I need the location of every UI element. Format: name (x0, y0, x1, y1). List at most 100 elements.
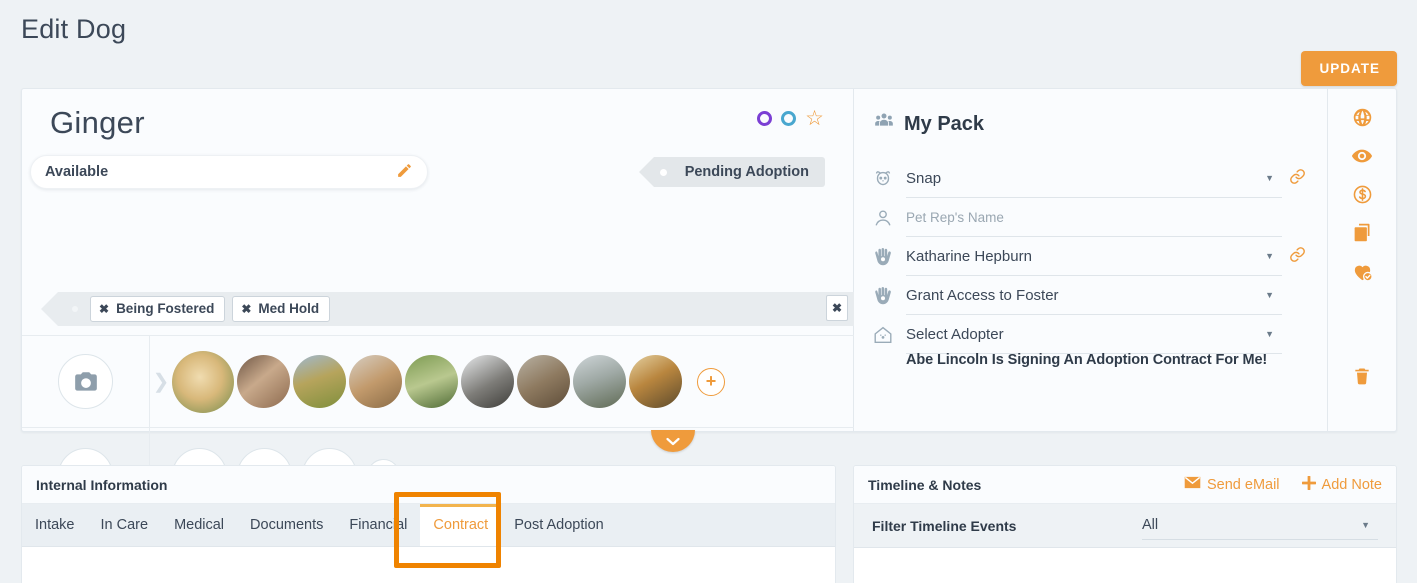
timeline-notes-header: Timeline & Notes Send eMail Add Note (854, 466, 1396, 504)
envelope-icon (1184, 476, 1201, 493)
tab-post-adoption[interactable]: Post Adoption (501, 504, 617, 546)
hands-pet-icon (872, 246, 906, 268)
photo-thumbnail[interactable] (349, 355, 402, 408)
dog-face-icon (872, 168, 906, 190)
add-note-label: Add Note (1321, 476, 1382, 493)
pending-adoption-tag[interactable]: Pending Adoption (638, 157, 825, 187)
pending-adoption-label: Pending Adoption (684, 164, 809, 180)
tab-in-care[interactable]: In Care (88, 504, 162, 546)
tab-label: Medical (174, 517, 225, 533)
photo-thumbnail[interactable] (573, 355, 626, 408)
photo-thumbnail[interactable] (237, 355, 290, 408)
pet-rep-name-input[interactable]: Pet Rep's Name (906, 198, 1282, 237)
star-outline-icon[interactable]: ☆ (805, 108, 824, 129)
internal-information-header: Internal Information (22, 466, 835, 504)
adopter-select[interactable]: Select Adopter ▼ (906, 315, 1282, 354)
grant-access-select[interactable]: Grant Access to Foster ▼ (906, 276, 1282, 315)
filter-timeline-select[interactable]: All ▼ (1142, 512, 1378, 540)
internal-information-tab-panel (22, 547, 835, 583)
close-icon[interactable]: ✖ (99, 302, 109, 316)
tag-label: Being Fostered (116, 301, 215, 316)
timeline-notes-title: Timeline & Notes (868, 476, 982, 493)
photo-thumbnail[interactable] (405, 355, 458, 408)
people-group-icon (874, 111, 894, 137)
dog-profile-card: Ginger ☆ Available Pending Adoption ✖ Be… (21, 88, 1397, 523)
photo-thumbnail[interactable] (629, 355, 682, 408)
close-icon[interactable]: ✖ (241, 302, 251, 316)
pack-row-grant-access: Grant Access to Foster ▼ (872, 276, 1312, 315)
trash-icon[interactable] (1328, 366, 1396, 391)
my-pack-label: My Pack (904, 112, 985, 135)
status-markers: ☆ (757, 108, 824, 129)
link-icon[interactable] (1282, 168, 1312, 189)
photo-thumbnail[interactable] (461, 355, 514, 408)
chevron-down-icon[interactable]: ▼ (1265, 251, 1274, 261)
pet-rep-name-placeholder: Pet Rep's Name (906, 209, 1004, 225)
tab-financial[interactable]: Financial (336, 504, 420, 546)
tab-contract[interactable]: Contract (420, 504, 502, 546)
timeline-notes-card: Timeline & Notes Send eMail Add Note Fil… (853, 465, 1397, 583)
purple-ring-icon[interactable] (757, 111, 773, 126)
tab-medical[interactable]: Medical (161, 504, 237, 546)
internal-information-card: Internal Information Intake In Care Medi… (21, 465, 836, 583)
hands-pet-icon (872, 285, 906, 307)
tab-label: Documents (250, 517, 324, 533)
foster-select[interactable]: Katharine Hepburn ▼ (906, 237, 1282, 276)
photo-row: ❯ + (22, 335, 854, 428)
chevron-down-icon[interactable]: ▼ (1265, 290, 1274, 300)
my-pack-pane: My Pack Snap ▼ Pet Rep's Name Katharine … (854, 89, 1328, 431)
timeline-events-list (854, 548, 1396, 583)
tab-label: Contract (433, 517, 489, 533)
tag-chip-med-hold[interactable]: ✖ Med Hold (232, 296, 331, 322)
link-icon[interactable] (1282, 246, 1312, 267)
tag-chip-being-fostered[interactable]: ✖ Being Fostered (90, 296, 226, 322)
photo-thumbnail[interactable] (172, 350, 234, 413)
tab-documents[interactable]: Documents (237, 504, 336, 546)
heart-check-icon[interactable] (1351, 260, 1374, 287)
internal-information-tabs: Intake In Care Medical Documents Financi… (22, 504, 835, 547)
chevron-down-icon[interactable]: ▼ (1361, 520, 1370, 530)
person-icon (872, 207, 906, 229)
tab-label: In Care (100, 517, 149, 533)
photo-thumbnails: + (168, 350, 725, 413)
action-rail (1328, 89, 1396, 431)
tag-strip: ✖ Being Fostered ✖ Med Hold ✖ (41, 292, 854, 326)
tag-hole-icon (72, 306, 78, 312)
photo-thumbnail[interactable] (293, 355, 346, 408)
pack-dog-select[interactable]: Snap ▼ (906, 159, 1282, 198)
my-pack-title: My Pack (874, 111, 984, 137)
pack-row-pet-rep: Pet Rep's Name (872, 198, 1312, 237)
filter-timeline-label: Filter Timeline Events (872, 517, 1017, 534)
add-photo-button[interactable]: + (697, 367, 725, 396)
pencil-icon[interactable] (396, 162, 413, 182)
camera-icon[interactable] (58, 354, 113, 409)
my-pack-fields: Snap ▼ Pet Rep's Name Katharine Hepburn … (872, 159, 1312, 354)
pack-row-adopter: Select Adopter ▼ (872, 315, 1312, 354)
adopter-value: Select Adopter (906, 325, 1004, 343)
tag-strip-close-button[interactable]: ✖ (826, 295, 848, 321)
dollar-circle-icon[interactable] (1352, 184, 1373, 209)
update-button[interactable]: UPDATE (1301, 51, 1397, 86)
send-email-button[interactable]: Send eMail (1184, 476, 1280, 493)
copy-icon[interactable] (1352, 222, 1373, 247)
home-paw-icon (872, 324, 906, 346)
blue-ring-icon[interactable] (781, 111, 797, 126)
internal-information-title: Internal Information (36, 476, 168, 493)
rail-icon-list (1328, 107, 1396, 287)
eye-icon[interactable] (1351, 145, 1373, 171)
photo-thumbnail[interactable] (517, 355, 570, 408)
tab-label: Intake (35, 517, 75, 533)
availability-field[interactable]: Available (30, 155, 428, 189)
tab-label: Post Adoption (514, 517, 604, 533)
globe-icon[interactable] (1352, 107, 1373, 132)
profile-left-pane: Ginger ☆ Available Pending Adoption ✖ Be… (22, 89, 854, 523)
chevron-down-icon[interactable]: ▼ (1265, 173, 1274, 183)
tab-label: Financial (349, 517, 408, 533)
plus-icon (1301, 475, 1316, 494)
chevron-down-icon[interactable]: ▼ (1265, 329, 1274, 339)
adoption-contract-note: Abe Lincoln Is Signing An Adoption Contr… (906, 352, 1268, 368)
tag-hole-icon (659, 168, 667, 176)
tab-intake[interactable]: Intake (22, 504, 88, 546)
pack-row-foster: Katharine Hepburn ▼ (872, 237, 1312, 276)
add-note-button[interactable]: Add Note (1301, 475, 1382, 494)
